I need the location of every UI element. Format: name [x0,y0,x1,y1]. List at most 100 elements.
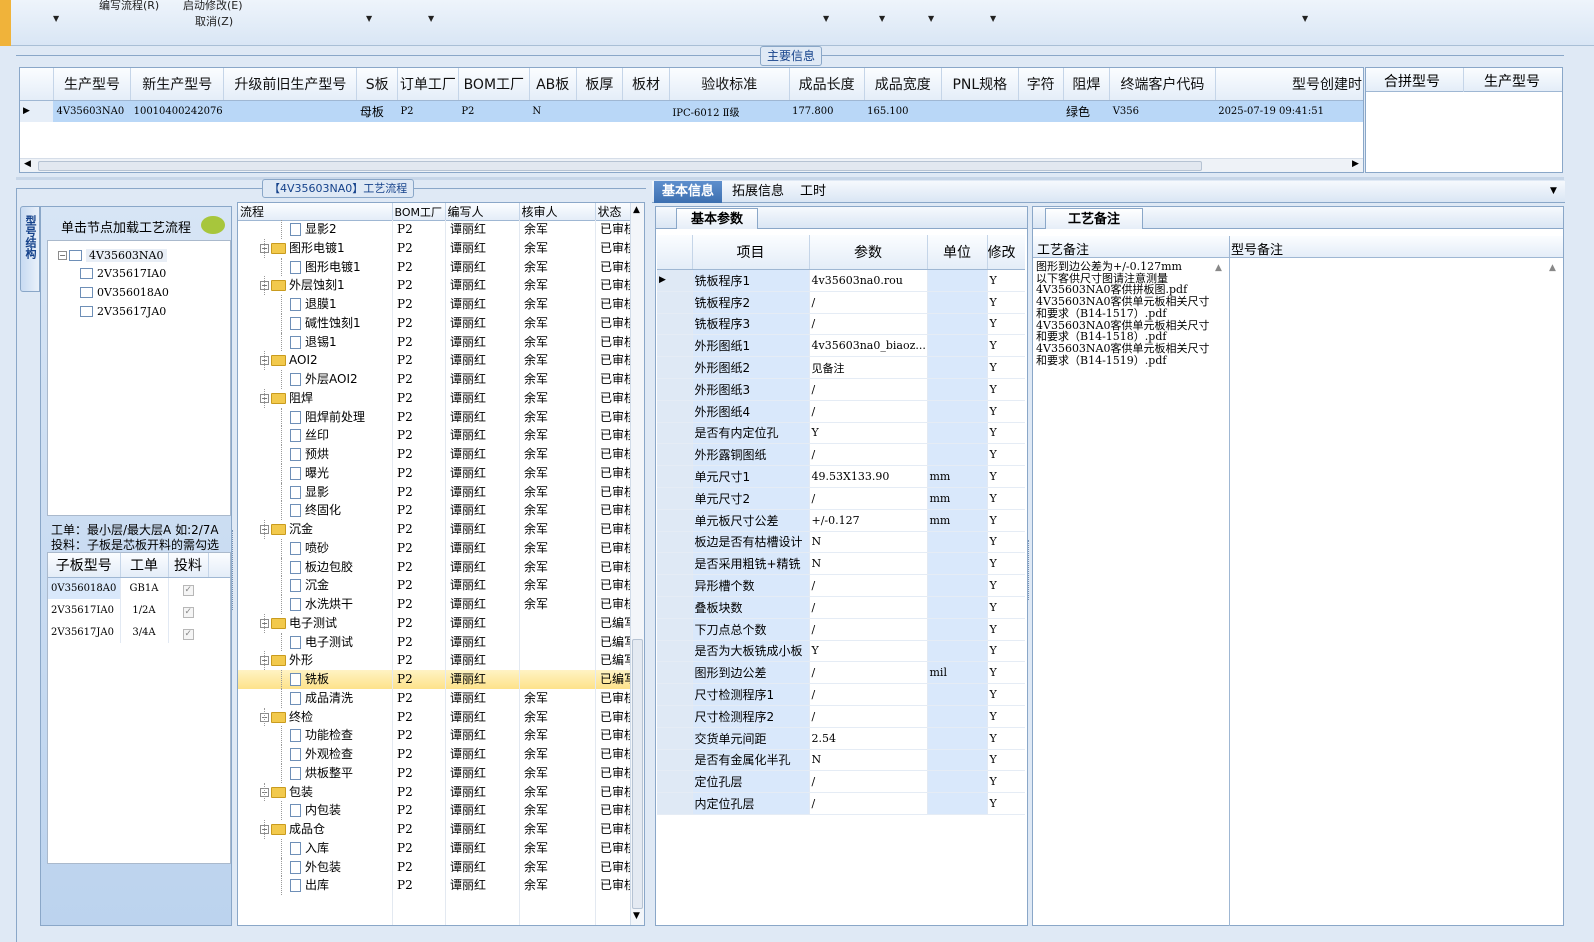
param-row[interactable]: 外形图纸1 4v35603na0_biaoz... Y [657,334,1025,358]
param-value[interactable]: Y [809,640,928,663]
row-header[interactable] [657,356,693,379]
flow-row[interactable]: − 外层蚀刻1 P2 谭丽红 余军 已审核 [238,276,636,295]
param-value[interactable]: 4v35603na0.rou [809,269,928,292]
column-header[interactable]: 流程 [238,203,393,221]
param-value[interactable]: Y [809,422,928,445]
writer-cell[interactable]: 谭丽红 [450,220,486,239]
flow-row[interactable]: 外包装 P2 谭丽红 余军 已审核 [238,857,636,877]
reviewer-cell[interactable]: 余军 [524,333,548,352]
bom-factory-cell[interactable]: P2 [397,483,413,502]
bom-factory-cell[interactable]: P2 [397,783,413,802]
flow-name-cell[interactable]: 丝印 [290,426,329,445]
writer-cell[interactable]: 谭丽红 [450,333,486,352]
param-row[interactable]: 异形槽个数 / Y [657,574,1025,597]
table-cell[interactable]: 3/4A [119,621,168,643]
param-value[interactable]: / [809,596,928,619]
bom-factory-cell[interactable]: P2 [397,333,413,352]
row-header[interactable] [657,487,693,510]
reviewer-cell[interactable]: 余军 [524,445,548,464]
message-bubble-icon[interactable] [201,216,225,234]
flow-row[interactable]: 图形电镀1 P2 谭丽红 余军 已审核 [238,257,636,277]
flow-name-cell[interactable]: − 成品仓 [260,820,325,839]
param-modify[interactable]: Y [987,509,1025,532]
table-cell[interactable] [223,100,357,122]
start-modify-menu[interactable]: 启动修改(E) [183,0,243,13]
param-row[interactable]: 外形露铜图纸 / Y [657,443,1025,467]
column-header[interactable]: 项目 [692,235,810,270]
flow-row[interactable]: 终固化 P2 谭丽红 余军 已审核 [238,501,636,520]
param-value[interactable]: / [809,661,928,685]
flow-row[interactable]: 入库 P2 谭丽红 余军 已审核 [238,838,636,858]
tree-node-label[interactable]: 0V356018A0 [97,286,169,299]
param-modify[interactable]: Y [987,749,1025,772]
row-header[interactable] [657,640,693,663]
param-item[interactable]: 叠板块数 [692,596,810,619]
scrollbar-thumb[interactable] [632,639,643,909]
table-cell[interactable]: N [529,100,576,122]
flow-row[interactable]: 显影2 P2 谭丽红 余军 已审核 [238,220,636,239]
bom-factory-cell[interactable]: P2 [397,351,413,370]
flow-name-cell[interactable]: 退膜1 [290,295,337,314]
param-unit[interactable] [927,618,988,641]
param-unit[interactable] [927,291,988,314]
param-row[interactable]: 是否采用粗铣+精铣 N Y [657,552,1025,576]
param-item[interactable]: 单元板尺寸公差 [692,509,810,532]
table-cell[interactable]: 10010400242076 [130,100,224,122]
writer-cell[interactable]: 谭丽红 [450,858,486,877]
param-modify[interactable]: Y [987,683,1025,706]
param-unit[interactable] [927,531,988,554]
row-header[interactable] [657,727,693,750]
param-modify[interactable]: Y [987,356,1025,379]
param-row[interactable]: 单元尺寸1 49.53X133.90 mm Y [657,465,1025,488]
param-unit[interactable] [927,356,988,379]
column-header[interactable]: 工单 [120,553,169,578]
flow-row[interactable]: 板边包胶 P2 谭丽红 余军 已审核 [238,557,636,577]
flow-name-cell[interactable]: 成品清洗 [290,689,353,708]
writer-cell[interactable]: 谭丽红 [450,370,486,389]
bom-factory-cell[interactable]: P2 [397,295,413,314]
param-value[interactable]: / [809,705,928,728]
param-row[interactable]: 交货单元间距 2.54 Y [657,727,1025,750]
flow-row[interactable]: − AOI2 P2 谭丽红 余军 已审核 [238,351,636,370]
param-value[interactable]: / [809,487,928,510]
writer-cell[interactable]: 谭丽红 [450,558,486,577]
column-header[interactable]: 编写人 [445,203,520,221]
reviewer-cell[interactable]: 余军 [524,408,548,427]
reviewer-cell[interactable]: 余军 [524,351,548,370]
reviewer-cell[interactable]: 余军 [524,764,548,783]
flow-row[interactable]: 阻焊前处理 P2 谭丽红 余军 已审核 [238,407,636,427]
param-unit[interactable] [927,792,988,815]
param-modify[interactable]: Y [987,640,1025,663]
param-item[interactable]: 是否采用粗铣+精铣 [692,552,810,576]
column-header[interactable]: 单位 [927,235,988,270]
param-row[interactable]: 外形图纸2 见备注 Y [657,356,1025,379]
horizontal-scrollbar[interactable]: ◀ ▶ [20,158,1363,172]
column-header[interactable]: 核审人 [519,203,596,221]
reviewer-cell[interactable]: 余军 [524,689,548,708]
reviewer-cell[interactable]: 余军 [524,558,548,577]
column-header[interactable]: 合拼型号 [1384,71,1440,91]
flow-name-cell[interactable]: 板边包胶 [290,558,353,577]
bom-factory-cell[interactable]: P2 [397,801,413,820]
param-row[interactable]: 板边是否有枯槽设计 N Y [657,531,1025,554]
params-grid[interactable]: 项目 参数 单位 修改 ▶ 铣板程序1 4v35603na0.rou Y 铣板程序2/Y… [657,235,1025,925]
param-value[interactable]: / [809,443,928,467]
bom-factory-cell[interactable]: P2 [397,314,413,333]
reviewer-cell[interactable]: 余军 [524,389,548,408]
main-info-grid[interactable]: 生产型号 新生产型号 升级前旧生产型号 S板 订单工厂 BOM工厂 AB板 板厚… [19,67,1364,173]
reviewer-cell[interactable]: 余军 [524,520,548,539]
table-cell[interactable]: P2 [397,100,459,122]
param-value[interactable]: N [809,531,928,554]
param-item[interactable]: 外形图纸1 [692,334,810,358]
column-header[interactable]: 订单工厂 [397,68,459,101]
column-header[interactable]: 验收标准 [669,68,790,101]
param-item[interactable]: 外形图纸3 [692,378,810,401]
table-cell[interactable]: 177.800 [789,100,865,122]
bom-factory-cell[interactable]: P2 [397,595,413,614]
table-cell[interactable]: 0V356018A0 [48,577,120,599]
table-cell[interactable]: 2V35617JA0 [48,621,120,643]
param-row[interactable]: 铣板程序2/ Y [657,291,1025,314]
tab-extended-info[interactable]: 拓展信息 [724,181,792,203]
reviewer-cell[interactable]: 余军 [524,539,548,558]
param-item[interactable]: 尺寸检测程序2 [692,705,810,728]
